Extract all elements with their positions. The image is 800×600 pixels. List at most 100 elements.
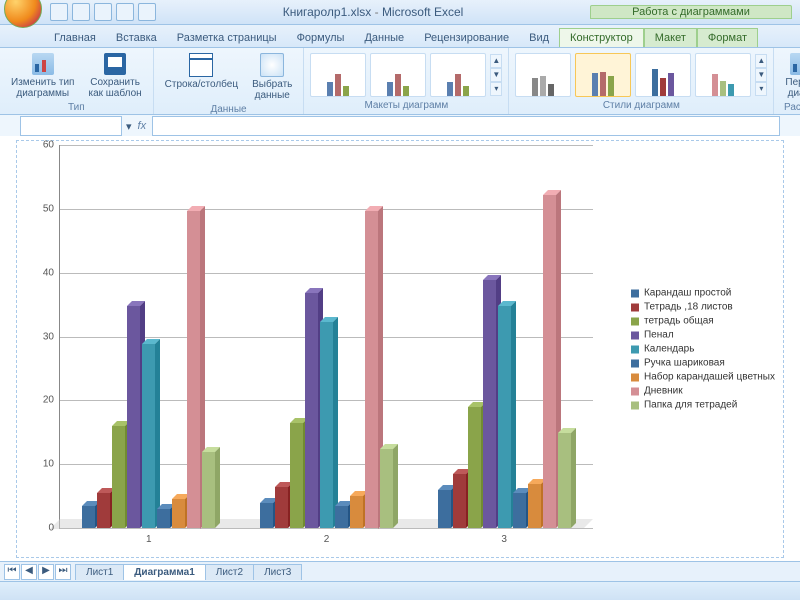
tab-Конструктор[interactable]: Конструктор xyxy=(559,28,644,47)
dropdown-icon[interactable]: ▾ xyxy=(126,120,132,133)
legend-item[interactable]: Календарь xyxy=(631,344,775,355)
legend-label: Папка для тетрадей xyxy=(644,400,737,411)
legend-item[interactable]: Ручка шариковая xyxy=(631,358,775,369)
legend-item[interactable]: Пенал xyxy=(631,330,775,341)
chart-layout-3[interactable] xyxy=(430,53,486,97)
formula-input[interactable] xyxy=(152,116,780,136)
style-scroll-2[interactable]: ▾ xyxy=(755,82,767,96)
legend-item[interactable]: Набор карандашей цветных xyxy=(631,372,775,383)
layout-scroll-0[interactable]: ▲ xyxy=(490,54,502,68)
bar[interactable] xyxy=(187,211,200,529)
bar[interactable] xyxy=(498,306,511,528)
plot-area[interactable]: 0102030405060123 xyxy=(59,145,593,529)
tab-Вид[interactable]: Вид xyxy=(519,29,559,47)
bar[interactable] xyxy=(275,487,288,528)
tab-Данные[interactable]: Данные xyxy=(354,29,414,47)
style-scroll-0[interactable]: ▲ xyxy=(755,54,767,68)
sheet-tab-Лист3[interactable]: Лист3 xyxy=(253,564,302,580)
bar[interactable] xyxy=(380,449,393,528)
legend-item[interactable]: Дневник xyxy=(631,386,775,397)
legend-swatch xyxy=(631,373,639,381)
sheet-nav-next[interactable]: ▶ xyxy=(38,564,54,580)
bar[interactable] xyxy=(350,496,363,528)
fx-icon[interactable]: fx xyxy=(138,120,147,132)
gridline xyxy=(60,209,593,210)
switch-row-col-button[interactable]: Строка/столбец xyxy=(160,50,243,93)
chart-style-1[interactable] xyxy=(515,53,571,97)
name-box[interactable] xyxy=(20,116,122,136)
tab-Вставка[interactable]: Вставка xyxy=(106,29,167,47)
sheet-tab-Диаграмма1[interactable]: Диаграмма1 xyxy=(123,564,205,580)
group-layouts: ▲▼▾ Макеты диаграмм xyxy=(304,48,509,114)
select-data-button[interactable]: Выбрать данные xyxy=(247,50,297,104)
sheet-nav-last[interactable]: ⏭ xyxy=(55,564,71,580)
legend-label: Ручка шариковая xyxy=(644,358,725,369)
move-chart-label: Перем диагр xyxy=(785,77,800,99)
open-icon[interactable] xyxy=(138,3,156,21)
legend-swatch xyxy=(631,401,639,409)
chart-style-3[interactable] xyxy=(635,53,691,97)
redo-icon[interactable] xyxy=(94,3,112,21)
bar[interactable] xyxy=(543,195,556,528)
tab-Разметка страницы[interactable]: Разметка страницы xyxy=(167,29,287,47)
bar[interactable] xyxy=(127,306,140,528)
chart-style-4[interactable] xyxy=(695,53,751,97)
bar[interactable] xyxy=(97,493,110,528)
legend-item[interactable]: Папка для тетрадей xyxy=(631,400,775,411)
bar[interactable] xyxy=(82,506,95,528)
bar[interactable] xyxy=(172,499,185,528)
bar[interactable] xyxy=(558,433,571,528)
chart-layout-1[interactable] xyxy=(310,53,366,97)
chart-layout-2[interactable] xyxy=(370,53,426,97)
chart-style-2[interactable] xyxy=(575,53,631,97)
legend-item[interactable]: Тетрадь ,18 листов xyxy=(631,302,775,313)
save-template-label: Сохранить как шаблон xyxy=(88,77,141,99)
legend[interactable]: Карандаш простой Тетрадь ,18 листов тетрад… xyxy=(631,285,775,414)
sheet-nav-first[interactable]: ⏮ xyxy=(4,564,20,580)
bar[interactable] xyxy=(453,474,466,528)
bar[interactable] xyxy=(320,322,333,528)
legend-item[interactable]: тетрадь общая xyxy=(631,316,775,327)
save-icon[interactable] xyxy=(50,3,68,21)
window-title: Книгаролр1.xlsx - Microsoft Excel xyxy=(156,5,590,19)
bar[interactable] xyxy=(142,344,155,528)
layout-scroll-1[interactable]: ▼ xyxy=(490,68,502,82)
tab-Формат[interactable]: Формат xyxy=(697,28,758,47)
sheet-nav-prev[interactable]: ◀ xyxy=(21,564,37,580)
bar[interactable] xyxy=(202,452,215,528)
office-button[interactable] xyxy=(4,0,42,28)
bar[interactable] xyxy=(112,426,125,528)
tab-Формулы[interactable]: Формулы xyxy=(287,29,355,47)
app-name: Microsoft Excel xyxy=(382,5,463,19)
move-chart-button[interactable]: Перем диагр xyxy=(780,50,800,102)
undo-icon[interactable] xyxy=(72,3,90,21)
bar[interactable] xyxy=(290,423,303,528)
layout-scroll-2[interactable]: ▾ xyxy=(490,82,502,96)
bar[interactable] xyxy=(365,211,378,529)
ribbon-tabs: ГлавнаяВставкаРазметка страницыФормулыДа… xyxy=(0,25,800,48)
bar[interactable] xyxy=(513,493,526,528)
bar[interactable] xyxy=(468,407,481,528)
tab-Главная[interactable]: Главная xyxy=(44,29,106,47)
sheet-tab-Лист2[interactable]: Лист2 xyxy=(205,564,254,580)
bar[interactable] xyxy=(438,490,451,528)
print-icon[interactable] xyxy=(116,3,134,21)
bar[interactable] xyxy=(528,484,541,528)
y-tick-label: 30 xyxy=(43,331,54,342)
bar[interactable] xyxy=(305,293,318,528)
bar[interactable] xyxy=(483,280,496,528)
y-tick-label: 20 xyxy=(43,395,54,406)
tab-Макет[interactable]: Макет xyxy=(644,28,697,47)
bar[interactable] xyxy=(335,506,348,528)
tab-Рецензирование[interactable]: Рецензирование xyxy=(414,29,519,47)
y-tick-label: 60 xyxy=(43,140,54,151)
bar[interactable] xyxy=(157,509,170,528)
change-chart-type-button[interactable]: Изменить тип диаграммы xyxy=(6,50,79,102)
bar[interactable] xyxy=(260,503,273,528)
save-template-button[interactable]: Сохранить как шаблон xyxy=(83,50,146,102)
chart-object[interactable]: 0102030405060123 Карандаш простой Тетрадь… xyxy=(16,140,784,558)
file-name: Книгаролр1.xlsx xyxy=(283,5,372,19)
legend-item[interactable]: Карандаш простой xyxy=(631,288,775,299)
style-scroll-1[interactable]: ▼ xyxy=(755,68,767,82)
sheet-tab-Лист1[interactable]: Лист1 xyxy=(75,564,124,580)
